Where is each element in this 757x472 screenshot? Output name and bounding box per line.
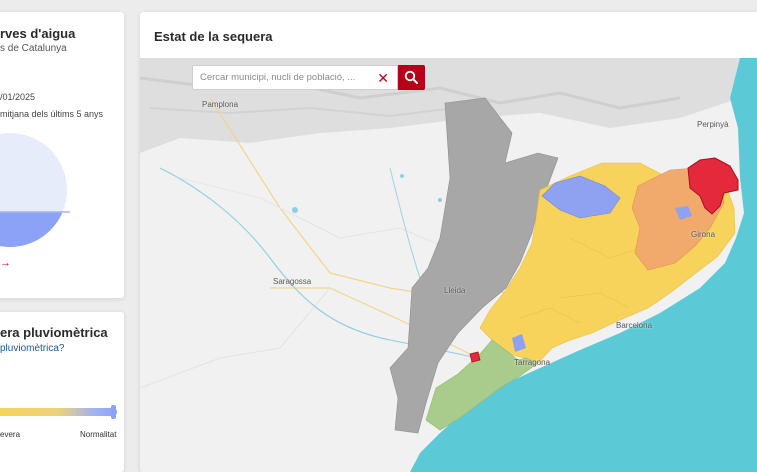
reserves-title: rves d'aigua — [0, 26, 76, 41]
search-box: ✕ — [192, 65, 398, 90]
reserves-more-link[interactable]: → — [0, 257, 11, 269]
rain-drought-title: era pluviomètrica — [0, 325, 108, 340]
search-button[interactable] — [398, 65, 425, 90]
rain-drought-info-link[interactable]: pluviomètrica? — [0, 343, 64, 354]
reserves-card: rves d'aigua s de Catalunya /01/2025 mit… — [0, 12, 124, 298]
reserves-subtitle: s de Catalunya — [0, 43, 67, 54]
scale-min-label: evera — [0, 430, 21, 439]
rain-drought-card: era pluviomètrica pluviomètrica? evera N… — [0, 312, 124, 472]
map-label-tarragona: Tarragona — [514, 358, 551, 367]
map-title: Estat de la sequera — [154, 29, 273, 44]
reserves-gauge — [0, 133, 70, 247]
map-label-saragossa: Saragossa — [273, 277, 312, 286]
map-label-lleida: Lleida — [444, 286, 466, 295]
drought-map-card: Estat de la sequera Pamplona Perpinyà Sa… — [140, 12, 757, 472]
close-icon[interactable]: ✕ — [377, 70, 389, 86]
drought-scale-bar — [0, 408, 117, 416]
map-label-pamplona: Pamplona — [202, 100, 239, 109]
map-label-perpinya: Perpinyà — [697, 120, 729, 129]
reserves-date: /01/2025 — [0, 92, 36, 102]
map-label-barcelona: Barcelona — [616, 321, 653, 330]
drought-map[interactable]: Pamplona Perpinyà Saragossa Lleida Giron… — [140, 58, 757, 472]
reserves-gauge-fill — [0, 212, 67, 247]
search-input[interactable] — [193, 72, 370, 83]
drought-scale-marker — [111, 405, 116, 419]
zone-emergencia-2[interactable] — [469, 351, 481, 363]
scale-max-label: Normalitat — [80, 430, 117, 439]
reserves-note: mitjana dels últims 5 anys — [0, 109, 104, 119]
map-canvas[interactable] — [140, 58, 757, 472]
search-icon — [404, 70, 418, 84]
map-label-girona: Girona — [691, 230, 716, 239]
